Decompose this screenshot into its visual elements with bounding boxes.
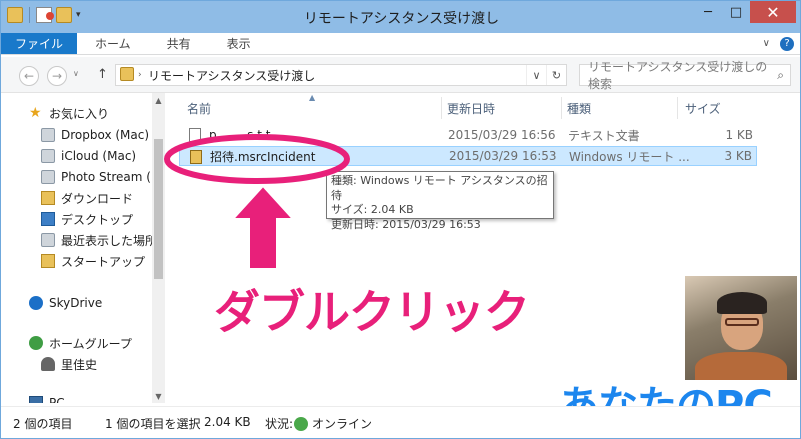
column-name[interactable]: 名前 <box>187 97 211 119</box>
file-date: 2015/03/29 16:56 <box>448 128 556 142</box>
scroll-up-icon[interactable]: ▲ <box>152 93 165 107</box>
state-value: オンライン <box>294 415 372 432</box>
folder-icon <box>120 67 134 81</box>
tab-file[interactable]: ファイル <box>1 33 78 54</box>
help-icon[interactable]: ? <box>780 36 794 51</box>
nav-item-label: SkyDrive <box>49 296 103 310</box>
file-date: 2015/03/29 16:53 <box>449 149 557 163</box>
file-size: 1 KB <box>725 128 753 142</box>
pc-icon <box>29 396 43 403</box>
nav-item-label: PC <box>49 396 65 403</box>
tooltip-size: サイズ: 2.04 KB <box>331 203 414 216</box>
tooltip-modified: 更新日時: 2015/03/29 16:53 <box>331 217 481 231</box>
tab-home[interactable]: ホーム <box>77 33 149 54</box>
nav-item-desktop[interactable]: デスクトップ <box>41 209 133 229</box>
status-bar: 2 個の項目 1 個の項目を選択 2.04 KB 状況: オンライン <box>1 406 800 438</box>
address-dropdown-button[interactable]: ∨ <box>526 65 546 85</box>
address-row: ← → ∨ ↑ › リモートアシスタンス受け渡し ∨ ↻ リモートアシスタンス受… <box>1 57 800 93</box>
cloud-icon <box>29 296 43 310</box>
sync-icon <box>294 417 308 431</box>
nav-item-label: デスクトップ <box>61 212 134 227</box>
tab-view[interactable]: 表示 <box>209 33 269 54</box>
search-icon[interactable]: ⌕ <box>777 68 784 83</box>
nav-item-label: 里佳史 <box>61 357 98 372</box>
window-title: リモートアシスタンス受け渡し <box>303 11 500 27</box>
recent-locations-icon[interactable]: ∨ <box>73 69 79 78</box>
nav-item-label: 最近表示した場所 <box>61 233 158 248</box>
navigation-pane: ★ お気に入り Dropbox (Mac) iCloud (Mac) Photo… <box>1 93 165 403</box>
nav-favorites[interactable]: ★ お気に入り <box>29 103 109 123</box>
file-row[interactable]: p........s.t.t 2015/03/29 16:56 テキスト文書 1… <box>179 125 757 145</box>
file-row-selected[interactable]: 招待.msrcIncident 2015/03/29 16:53 Windows… <box>179 146 757 166</box>
tab-share[interactable]: 共有 <box>149 33 209 54</box>
breadcrumb[interactable]: リモートアシスタンス受け渡し <box>148 67 315 84</box>
file-type: Windows リモート ... <box>569 149 690 164</box>
sort-ascending-icon: ▲ <box>309 93 316 102</box>
column-date[interactable]: 更新日時 <box>447 97 495 119</box>
nav-item-user[interactable]: 里佳史 <box>41 354 97 374</box>
folder-icon <box>41 254 55 268</box>
nav-item-downloads[interactable]: ダウンロード <box>41 188 133 208</box>
maximize-button[interactable]: □ <box>722 1 750 23</box>
selected-size: 2.04 KB <box>204 415 251 429</box>
text-file-icon <box>189 128 201 142</box>
close-button[interactable]: ✕ <box>750 1 796 23</box>
nav-item-icloud[interactable]: iCloud (Mac) <box>41 146 136 166</box>
nav-favorites-label: お気に入り <box>49 106 110 121</box>
scrollbar-thumb[interactable] <box>154 139 163 279</box>
remote-assistance-file-icon <box>190 150 202 164</box>
minimize-button[interactable]: ─ <box>694 1 722 23</box>
scroll-down-icon[interactable]: ▼ <box>152 389 165 403</box>
window-controls: ─ □ ✕ <box>694 1 796 23</box>
explorer-window: ▾ リモートアシスタンス受け渡し ─ □ ✕ ファイル ホーム 共有 表示 ∨ … <box>0 0 801 439</box>
nav-item-label: Photo Stream ( <box>61 170 151 184</box>
column-size[interactable]: サイズ <box>685 97 721 119</box>
recent-places-icon <box>41 233 55 247</box>
nav-item-label: ダウンロード <box>61 191 134 206</box>
nav-item-label: iCloud (Mac) <box>61 149 137 163</box>
state-label: 状況: <box>265 417 294 431</box>
nav-item-label: ホームグループ <box>49 336 132 351</box>
search-placeholder: リモートアシスタンス受け渡しの検索 <box>588 60 768 91</box>
title-bar: ▾ リモートアシスタンス受け渡し ─ □ ✕ <box>1 1 800 33</box>
double-click-label: ダブルクリック <box>214 285 530 339</box>
file-tooltip: 種類: Windows リモート アシスタンスの招待 サイズ: 2.04 KB … <box>326 171 554 231</box>
nav-pc[interactable]: PC <box>29 393 65 403</box>
refresh-button[interactable]: ↻ <box>546 65 566 85</box>
ribbon-tabs: ファイル ホーム 共有 表示 ∨ ? <box>1 33 800 55</box>
nav-homegroup[interactable]: ホームグループ <box>29 333 132 353</box>
user-icon <box>41 357 55 371</box>
nav-item-dropbox[interactable]: Dropbox (Mac) <box>41 125 149 145</box>
file-name: 招待.msrcIncident <box>210 149 316 164</box>
nav-item-label: スタートアップ <box>61 254 146 269</box>
nav-skydrive[interactable]: SkyDrive <box>29 293 102 313</box>
breadcrumb-separator-icon: › <box>138 70 142 80</box>
downloads-folder-icon <box>41 191 55 205</box>
file-size: 3 KB <box>724 149 752 163</box>
address-bar[interactable]: › リモートアシスタンス受け渡し ∨ ↻ <box>115 64 567 86</box>
back-button[interactable]: ← <box>19 66 39 86</box>
tooltip-type: 種類: Windows リモート アシスタンスの招待 <box>331 174 548 202</box>
nav-scrollbar[interactable]: ▲ ▼ <box>152 93 165 403</box>
network-drive-icon <box>41 170 55 184</box>
search-input[interactable]: リモートアシスタンス受け渡しの検索 ⌕ <box>579 60 791 91</box>
selected-count: 1 個の項目を選択 <box>105 417 201 431</box>
forward-button[interactable]: → <box>47 66 67 86</box>
nav-item-startup[interactable]: スタートアップ <box>41 251 145 271</box>
file-name: p........s.t.t <box>209 128 271 142</box>
up-button[interactable]: ↑ <box>97 67 108 82</box>
item-count: 2 個の項目 <box>13 417 73 431</box>
author-photo <box>685 276 797 380</box>
network-drive-icon <box>41 149 55 163</box>
homegroup-icon <box>29 336 43 350</box>
star-icon: ★ <box>29 105 42 121</box>
file-type: テキスト文書 <box>568 128 640 143</box>
desktop-icon <box>41 212 55 226</box>
nav-item-photo-stream[interactable]: Photo Stream ( <box>41 167 151 187</box>
nav-item-label: Dropbox (Mac) <box>61 128 150 142</box>
chevron-down-icon[interactable]: ∨ <box>763 38 770 49</box>
column-type[interactable]: 種類 <box>567 97 591 119</box>
nav-item-recent-places[interactable]: 最近表示した場所 <box>41 230 157 250</box>
network-drive-icon <box>41 128 55 142</box>
